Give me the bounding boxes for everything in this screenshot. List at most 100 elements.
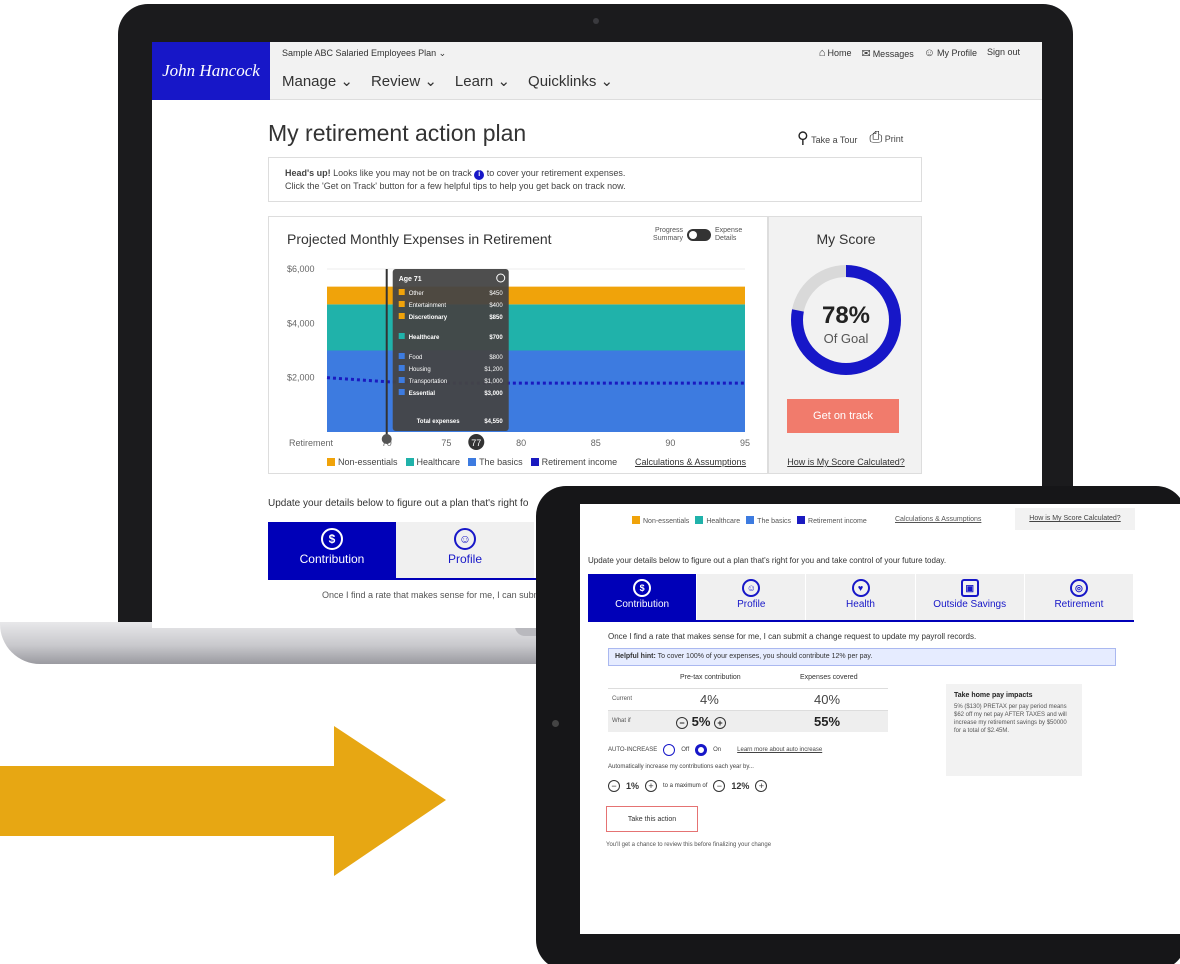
legend-label: Non-essentials [338, 457, 398, 467]
nav-quicklinks[interactable]: Quicklinks ⌄ [528, 72, 613, 90]
score-calc-link[interactable]: How is My Score Calculated? [1015, 508, 1135, 530]
tooltip-row-label: Discretionary [409, 315, 448, 321]
tooltip-swatch [398, 365, 405, 371]
take-tour-label: Take a Tour [811, 135, 858, 145]
plan-selector[interactable]: Sample ABC Salaried Employees Plan ⌄ [282, 48, 446, 59]
utility-messages[interactable]: ✉ Messages [861, 47, 913, 60]
legend-label: Healthcare [706, 518, 741, 525]
alert-line-2: Click the 'Get on Track' button for a fe… [285, 181, 626, 191]
tab-underline [588, 620, 1134, 622]
table-row-current: Current 4% 40% [608, 688, 888, 710]
tooltip-row-label: Other [409, 291, 424, 297]
get-on-track-button[interactable]: Get on track [787, 399, 899, 433]
auto-learn-link[interactable]: Learn more about auto increase [737, 747, 822, 753]
auto-on-label: On [713, 747, 722, 753]
legend-healthcare: Healthcare [695, 516, 740, 525]
header-bar: Sample ABC Salaried Employees Plan ⌄ ⌂ Ho… [270, 42, 1042, 100]
info-icon[interactable]: i [474, 170, 485, 180]
printer-icon: ⎙ [869, 129, 883, 146]
tab-health[interactable]: ♥ Health [806, 574, 916, 620]
cursor-handle [381, 434, 392, 444]
x-tick-label: 90 [665, 438, 675, 448]
take-action-button[interactable]: Take this action [606, 806, 698, 832]
legend-swatch [695, 516, 704, 524]
minus-icon[interactable]: − [676, 717, 688, 729]
area-non-essentials [327, 286, 745, 305]
tab-profile[interactable]: ☺ Profile [697, 574, 807, 620]
y-tick-label: $4,000 [287, 318, 315, 328]
current-expenses: 40% [814, 692, 841, 707]
utility-signout[interactable]: Sign out [987, 47, 1020, 60]
toggle-switch[interactable] [687, 229, 711, 241]
score-calc-link[interactable]: How is My Score Calculated? [769, 457, 923, 467]
tooltip-row-value: $700 [489, 335, 503, 341]
hint-text: To cover 100% of your expenses, you shou… [657, 653, 873, 660]
tooltip-row-value: $1,200 [484, 367, 503, 373]
plus-icon[interactable]: + [755, 780, 768, 792]
update-details-text: Update your details below to figure out … [268, 498, 529, 509]
auto-off-radio[interactable] [663, 744, 676, 756]
tab-retirement[interactable]: ◎ Retirement [1024, 574, 1135, 620]
alert-line-1: Head's up! Looks like you may not be on … [285, 167, 905, 180]
messages-label: Messages [872, 49, 914, 59]
brand-logo[interactable]: John Hancock [152, 42, 270, 100]
x-tick-label: 85 [591, 438, 601, 448]
tooltip-row-value: $800 [489, 355, 503, 361]
tab-outside-savings[interactable]: ▣ Outside Savings [915, 574, 1025, 620]
tooltip-row-label: Healthcare [409, 335, 440, 341]
minus-icon[interactable]: − [608, 780, 620, 792]
nav-learn[interactable]: Learn ⌄ [455, 72, 510, 90]
auto-on-radio[interactable] [695, 744, 708, 756]
home-label: Home [827, 48, 852, 58]
plus-icon[interactable]: + [645, 780, 658, 792]
calculations-link[interactable]: Calculations & Assumptions [895, 516, 981, 523]
print-button[interactable]: ⎙ Print [869, 129, 903, 147]
tablet-legend: Non-essentials Healthcare The basics Ret… [632, 516, 867, 525]
arrow-shape [0, 726, 446, 876]
tooltip-row-value: $3,000 [484, 391, 503, 397]
envelope-icon: ✉ [861, 48, 871, 60]
nav-review-label: Review [370, 73, 421, 90]
row-label: What if [612, 718, 631, 724]
print-label: Print [884, 134, 904, 144]
tooltip-swatch [398, 333, 405, 339]
legend-swatch [405, 458, 414, 466]
utility-home[interactable]: ⌂ Home [819, 47, 852, 60]
chart-title: Projected Monthly Expenses in Retirement [287, 231, 552, 247]
arrow-graphic [0, 726, 446, 876]
main-nav: Manage ⌄ Review ⌄ Learn ⌄ Quicklinks ⌄ [282, 72, 613, 90]
row-label: Current [612, 696, 633, 702]
take-tour-button[interactable]: ⚲ Take a Tour [797, 128, 857, 148]
y-tick-label: $2,000 [287, 373, 315, 383]
legend-swatch [530, 458, 539, 466]
auto-increase-label: AUTO-INCREASE [608, 747, 658, 753]
col-pretax: Pre-tax contribution [680, 674, 741, 681]
laptop-camera [593, 18, 599, 24]
auto-increase-text: Automatically increase my contributions … [608, 764, 754, 770]
legend-swatch [632, 516, 640, 524]
nav-manage[interactable]: Manage ⌄ [282, 72, 353, 90]
legend-label: Retirement income [541, 457, 618, 467]
utility-profile[interactable]: ☺ My Profile [924, 47, 977, 60]
minus-icon[interactable]: − [713, 780, 726, 792]
nav-review[interactable]: Review ⌄ [371, 72, 437, 90]
heart-icon: ♥ [851, 579, 870, 597]
legend-income: Retirement income [530, 457, 618, 467]
tab-label: Outside Savings [933, 599, 1007, 610]
view-toggle[interactable]: Progress Summary Expense Details [649, 227, 745, 243]
chart-legend: Non-essentials Healthcare The basics Ret… [327, 457, 617, 467]
tab-profile[interactable]: ☺ Profile [396, 522, 534, 578]
tablet-camera [552, 720, 559, 727]
tab-contribution[interactable]: $ Contribution [268, 522, 396, 578]
alert-tail: to cover your retirement expenses. [486, 168, 626, 178]
tooltip-row-value: $1,000 [484, 379, 503, 385]
legend-label: The basics [757, 518, 792, 525]
plus-icon[interactable]: + [714, 717, 727, 729]
calculations-link[interactable]: Calculations & Assumptions [635, 457, 746, 467]
tab-contribution[interactable]: $ Contribution [588, 574, 698, 620]
tooltip-row-label: Essential [409, 391, 436, 397]
tablet-frame: Non-essentials Healthcare The basics Ret… [536, 486, 1180, 964]
area-healthcare [327, 304, 745, 351]
score-card: My Score 78% Of Goal Get on track How is… [768, 216, 922, 474]
target-icon: ◎ [1069, 579, 1088, 597]
